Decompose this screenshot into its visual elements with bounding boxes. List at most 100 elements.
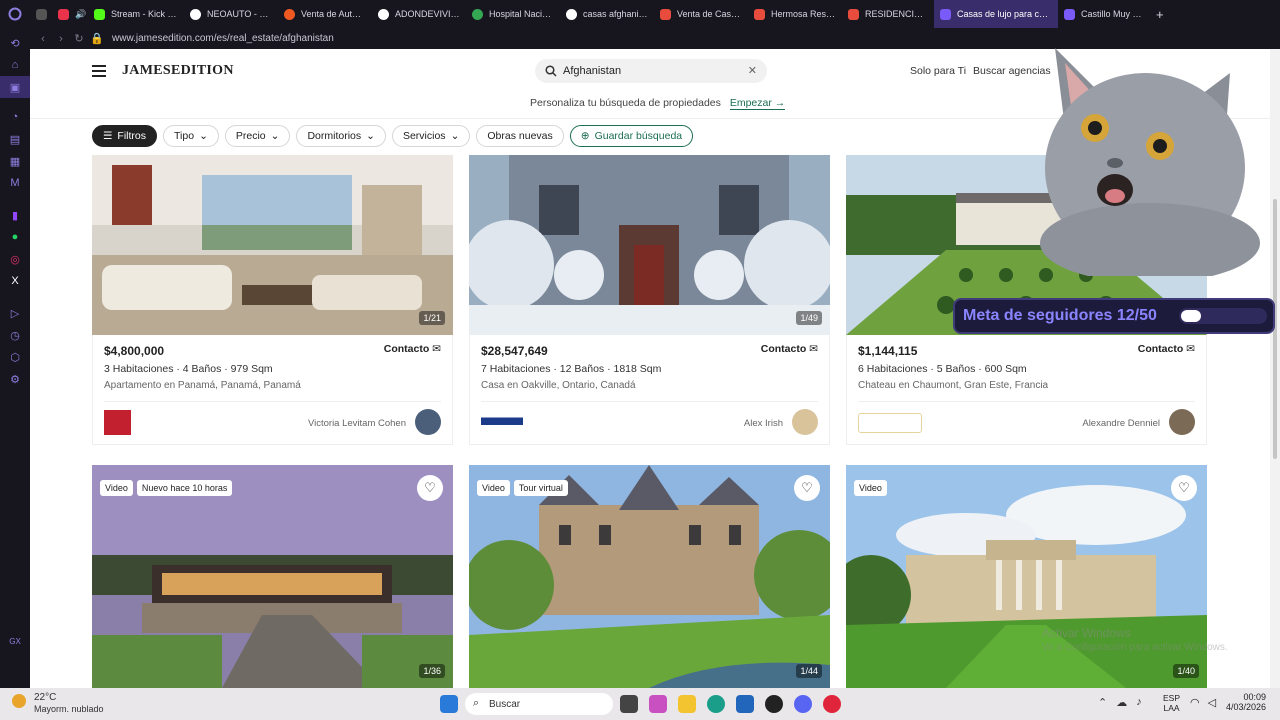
reload-icon[interactable]: ↻ — [70, 32, 88, 45]
tab-workspace[interactable] — [30, 0, 52, 28]
empezar-link[interactable]: Empezar → — [729, 97, 786, 110]
listing-card[interactable]: Video Tour virtual ♡ 1/44 — [469, 465, 830, 688]
clear-search-icon[interactable]: ✕ — [748, 64, 757, 77]
search-input[interactable]: Afghanistan ✕ — [535, 59, 767, 83]
servicios-dropdown[interactable]: Servicios ⌄ — [391, 125, 471, 147]
tab-youtube-music[interactable]: 🔊 — [52, 0, 88, 28]
sidebar-bag-icon[interactable]: ▤ — [0, 128, 30, 150]
discord-icon[interactable] — [794, 695, 812, 713]
sidebar-clock-icon[interactable]: ◔ — [0, 106, 30, 128]
sidebar-home-icon[interactable]: ⌂ — [0, 54, 30, 76]
contact-button[interactable]: Contacto ✉ — [384, 343, 441, 355]
jamesedition-logo[interactable]: JAMESEDITION — [122, 63, 234, 79]
cat-overlay — [1020, 18, 1260, 283]
agent-name[interactable]: Alexandre Denniel — [1082, 418, 1160, 429]
sidebar-reload-icon[interactable]: ⟲ — [0, 32, 30, 54]
sidebar-m-icon[interactable]: M — [0, 172, 30, 194]
favorite-heart-icon[interactable]: ♡ — [1171, 475, 1197, 501]
tab-residencia[interactable]: RESIDENCIA EXC — [842, 0, 934, 28]
tab-autos[interactable]: Venta de Autos s — [278, 0, 372, 28]
chevron-up-icon[interactable]: ⌃ — [1098, 696, 1107, 709]
listing-card[interactable]: 1/49 $28,547,649 Contacto ✉ 7 Habitacion… — [469, 155, 830, 445]
guardar-busqueda-button[interactable]: ⊕ Guardar búsqueda — [569, 125, 694, 147]
sidebar-history-icon[interactable]: ◷ — [0, 324, 30, 346]
favorite-heart-icon[interactable]: ♡ — [417, 475, 443, 501]
tab-neoauto[interactable]: NEOAUTO - Busc — [184, 0, 278, 28]
opera-logo-icon[interactable] — [0, 0, 30, 28]
volume-icon[interactable]: ◁ — [1208, 696, 1216, 709]
contact-button[interactable]: Contacto ✉ — [1138, 343, 1195, 355]
windows-start-icon[interactable] — [440, 695, 458, 713]
copilot-icon[interactable] — [649, 695, 667, 713]
back-icon[interactable]: ‹ — [34, 33, 52, 45]
tab-google-casas[interactable]: casas afghanista — [560, 0, 654, 28]
chevron-down-icon: ⌄ — [366, 130, 375, 142]
agent-avatar[interactable] — [792, 409, 818, 435]
tab-adondevivir[interactable]: ADONDEVIVIR - — [372, 0, 466, 28]
weather-temp: 22°C — [34, 692, 57, 703]
listing-photo[interactable]: Video ♡ 1/40 — [846, 465, 1207, 688]
agency-logo[interactable] — [858, 413, 922, 433]
sidebar-settings-icon[interactable]: ⚙ — [0, 368, 30, 390]
forward-icon[interactable]: › — [52, 33, 70, 45]
listing-card[interactable]: 1/21 $4,800,000 Contacto ✉ 3 Habitacione… — [92, 155, 453, 445]
listing-photo[interactable]: 1/21 — [92, 155, 453, 335]
url-text[interactable]: www.jamesedition.com/es/real_estate/afgh… — [112, 33, 334, 44]
listing-photo[interactable]: 1/49 — [469, 155, 830, 335]
sidebar-play-icon[interactable]: ▷ — [0, 302, 30, 324]
store-icon[interactable] — [736, 695, 754, 713]
agent-avatar[interactable] — [415, 409, 441, 435]
taskbar-search[interactable]: ⌕ Buscar — [465, 693, 613, 715]
listing-info: $4,800,000 Contacto ✉ 3 Habitaciones · 4… — [92, 335, 453, 445]
file-explorer-icon[interactable] — [678, 695, 696, 713]
clock[interactable]: 00:09 4/03/2026 — [1226, 692, 1266, 712]
cloud-icon[interactable]: ☁ — [1116, 696, 1127, 709]
listing-price: $28,547,649 — [481, 344, 548, 358]
precio-dropdown[interactable]: Precio ⌄ — [224, 125, 291, 147]
follower-goal-progress — [1179, 308, 1267, 324]
page-scrollbar[interactable] — [1270, 49, 1280, 688]
remax-logo[interactable] — [481, 410, 523, 435]
tab-kick[interactable]: Stream - Kick Da — [88, 0, 184, 28]
tab-venta-casas[interactable]: Venta de Casas a — [654, 0, 748, 28]
castle-photo — [469, 465, 830, 688]
video-badge: Video — [100, 480, 133, 496]
follower-goal-text: Meta de seguidores 12/50 — [963, 307, 1157, 324]
task-view-icon[interactable] — [620, 695, 638, 713]
x-icon[interactable]: X — [0, 270, 30, 292]
sidebar-cube-icon[interactable]: ⬡ — [0, 346, 30, 368]
language-indicator[interactable]: ESP LAA — [1163, 693, 1180, 713]
whatsapp-icon[interactable]: ● — [0, 226, 30, 248]
agent-name[interactable]: Victoria Levitam Cohen — [308, 418, 406, 429]
favorite-heart-icon[interactable]: ♡ — [794, 475, 820, 501]
agent-avatar[interactable] — [1169, 409, 1195, 435]
wifi-icon[interactable]: ◠ — [1190, 696, 1200, 709]
tipo-dropdown[interactable]: Tipo ⌄ — [163, 125, 219, 147]
clock-date: 4/03/2026 — [1225, 702, 1266, 712]
sidebar-game-icon[interactable]: ▣ — [0, 76, 30, 98]
twitch-icon[interactable]: ▮ — [0, 204, 30, 226]
agency-logo[interactable] — [104, 410, 131, 435]
progress-knob — [1181, 310, 1201, 322]
tab-hermosa[interactable]: Hermosa Reside — [748, 0, 842, 28]
listing-photo[interactable]: Video Tour virtual ♡ 1/44 — [469, 465, 830, 688]
obras-nuevas-button[interactable]: Obras nuevas — [476, 125, 564, 147]
sidebar-card-icon[interactable]: ▦ — [0, 150, 30, 172]
opera-gx-icon[interactable] — [823, 695, 841, 713]
instagram-icon[interactable]: ◎ — [0, 248, 30, 270]
edge-icon[interactable] — [707, 695, 725, 713]
search-icon: ⌕ — [473, 697, 480, 709]
listing-card[interactable]: Video Nuevo hace 10 horas ♡ 1/36 — [92, 465, 453, 688]
tab-maps-hospital[interactable]: Hospital Naciona — [466, 0, 560, 28]
dormitorios-dropdown[interactable]: Dormitorios ⌄ — [296, 125, 386, 147]
microphone-icon[interactable]: ♪ — [1136, 696, 1142, 709]
app-icon[interactable] — [765, 695, 783, 713]
agent-name[interactable]: Alex Irish — [744, 418, 783, 429]
listing-info: $28,547,649 Contacto ✉ 7 Habitaciones · … — [469, 335, 830, 445]
filtros-button[interactable]: ☰ Filtros — [92, 125, 158, 147]
listing-card[interactable]: Video ♡ 1/40 — [846, 465, 1207, 688]
menu-icon[interactable] — [92, 65, 106, 80]
nav-solo-para-ti[interactable]: Solo para Ti — [910, 65, 966, 77]
contact-button[interactable]: Contacto ✉ — [761, 343, 818, 355]
listing-photo[interactable]: Video Nuevo hace 10 horas ♡ 1/36 — [92, 465, 453, 688]
